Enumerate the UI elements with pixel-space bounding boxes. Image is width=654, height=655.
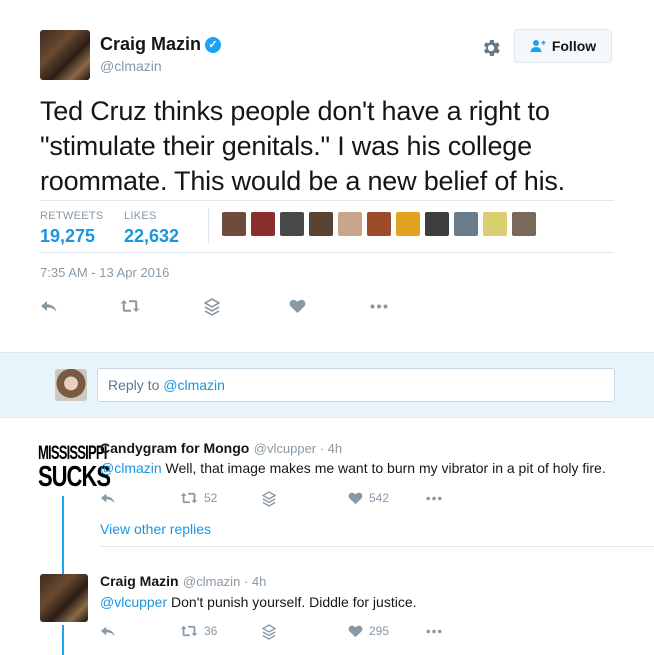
liker-avatar[interactable] (483, 212, 507, 236)
stats-separator (208, 208, 209, 244)
author-handle[interactable]: @clmazin (100, 58, 162, 74)
current-user-avatar (55, 369, 87, 401)
author-avatar[interactable] (40, 30, 90, 80)
reply-icon[interactable] (100, 491, 116, 505)
gear-icon[interactable] (480, 37, 502, 59)
like-count: 295 (369, 624, 390, 638)
divider (40, 252, 614, 253)
retweet-icon[interactable] (180, 624, 198, 638)
author-name[interactable]: Craig Mazin (100, 34, 201, 55)
retweet-count: 36 (204, 624, 218, 638)
retweets-label: RETWEETS (40, 210, 104, 222)
tweet-text: Ted Cruz thinks people don't have a righ… (40, 96, 565, 196)
reply-actions: 52 542 (100, 491, 442, 507)
thread-line (62, 625, 64, 655)
more-icon[interactable] (370, 304, 388, 309)
liker-avatar[interactable] (222, 212, 246, 236)
reply-icon[interactable] (40, 298, 58, 314)
like-icon[interactable] (348, 624, 363, 638)
reply-mention[interactable]: @clmazin (100, 460, 162, 476)
reply-input[interactable]: Reply to @clmazin (97, 368, 615, 402)
reply-header: Candygram for Mongo @vlcupper · 4h (100, 440, 342, 458)
liker-avatar[interactable] (512, 212, 536, 236)
retweet-count: 52 (204, 491, 218, 505)
reply-avatar-mississippi[interactable]: MISSISSIPPI SUCKS (38, 440, 111, 493)
verified-badge-icon: ✓ (205, 37, 221, 53)
reply-body: Well, that image makes me want to burn m… (161, 460, 606, 476)
tweet-actions (40, 298, 400, 318)
liker-avatar[interactable] (367, 212, 391, 236)
reply-header: Craig Mazin @clmazin · 4h (100, 573, 266, 591)
view-other-replies-link[interactable]: View other replies (100, 521, 211, 537)
tweet-timestamp[interactable]: 7:35 AM - 13 Apr 2016 (40, 265, 169, 280)
add-user-icon (530, 40, 546, 52)
reply-text: @vlcupper Don't punish yourself. Diddle … (100, 594, 417, 610)
divider (40, 200, 614, 201)
avatar-text-2: SUCKS (38, 460, 111, 493)
retweet-icon[interactable] (120, 298, 140, 314)
reply-mention: @clmazin (163, 377, 225, 393)
liker-avatar[interactable] (338, 212, 362, 236)
liker-avatar[interactable] (425, 212, 449, 236)
likes-count[interactable]: 22,632 (124, 226, 179, 247)
reply-meta[interactable]: @clmazin · 4h (183, 574, 266, 589)
like-count: 542 (369, 491, 390, 505)
liker-avatar[interactable] (454, 212, 478, 236)
likes-label: LIKES (124, 210, 157, 222)
more-icon[interactable] (426, 496, 442, 501)
more-icon[interactable] (426, 629, 442, 634)
liker-avatar[interactable] (280, 212, 304, 236)
like-icon[interactable] (289, 298, 306, 314)
reply-mention[interactable]: @vlcupper (100, 594, 167, 610)
retweets-count[interactable]: 19,275 (40, 226, 95, 247)
follow-label: Follow (551, 38, 597, 54)
reply-icon[interactable] (100, 624, 116, 638)
likers-avatars (222, 212, 536, 242)
thread-line (62, 496, 64, 574)
reply-author-name[interactable]: Candygram for Mongo (100, 440, 249, 456)
reply-author-name[interactable]: Craig Mazin (100, 573, 179, 589)
follow-button[interactable]: Follow (514, 29, 612, 63)
liker-avatar[interactable] (309, 212, 333, 236)
stack-icon[interactable] (262, 624, 276, 640)
reply-avatar-craig[interactable] (40, 574, 88, 622)
reply-actions: 36 295 (100, 624, 442, 640)
reply-meta[interactable]: @vlcupper · 4h (254, 441, 342, 456)
divider (100, 546, 654, 547)
liker-avatar[interactable] (396, 212, 420, 236)
like-icon[interactable] (348, 491, 363, 505)
retweet-icon[interactable] (180, 491, 198, 505)
stack-icon[interactable] (204, 298, 220, 316)
stack-icon[interactable] (262, 491, 276, 507)
liker-avatar[interactable] (251, 212, 275, 236)
reply-body: Don't punish yourself. Diddle for justic… (167, 594, 417, 610)
reply-prefix: Reply to (108, 377, 164, 393)
reply-text: @clmazin Well, that image makes me want … (100, 460, 606, 476)
